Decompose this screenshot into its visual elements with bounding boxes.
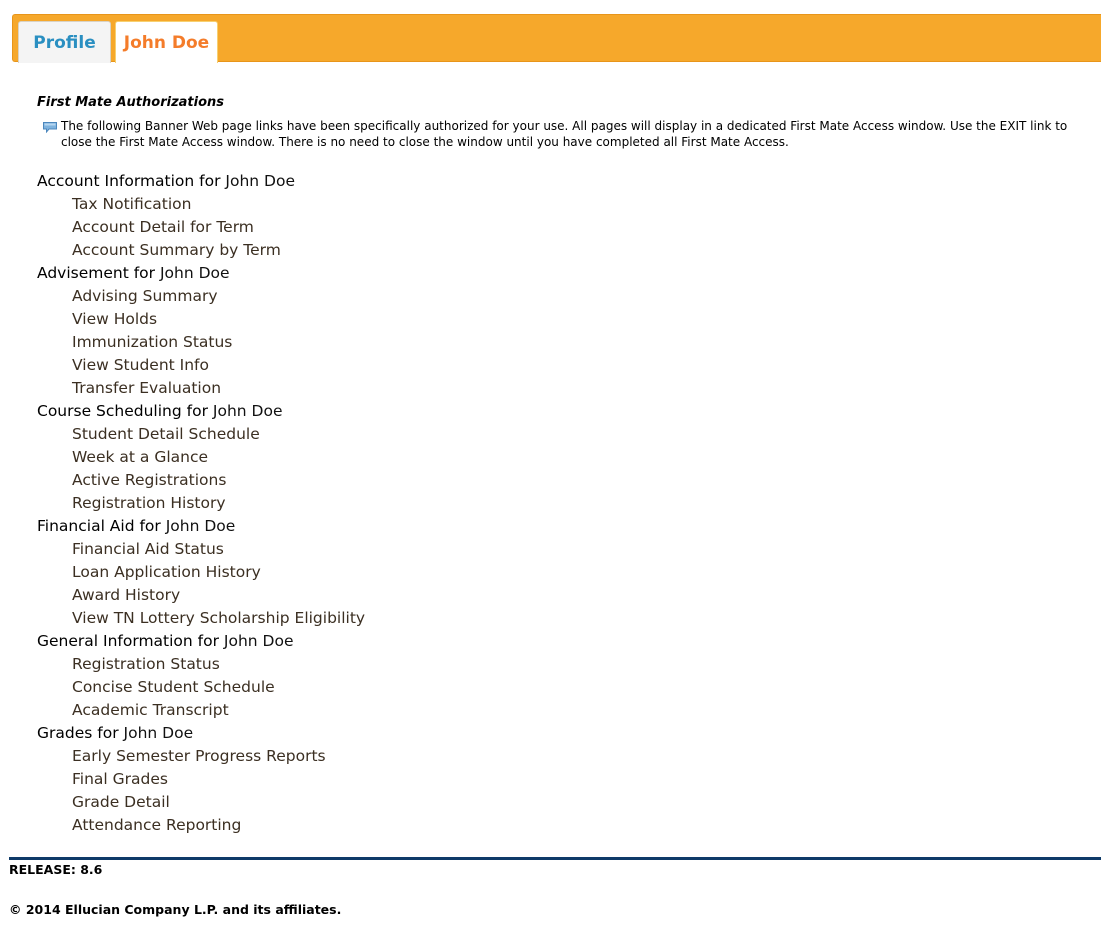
menu-link[interactable]: Concise Student Schedule <box>37 676 365 699</box>
menu-link[interactable]: Attendance Reporting <box>37 814 365 837</box>
menu-link[interactable]: Transfer Evaluation <box>37 377 365 400</box>
menu-link[interactable]: Immunization Status <box>37 331 365 354</box>
section-student-name: John Doe <box>212 402 283 420</box>
menu-link[interactable]: Academic Transcript <box>37 699 365 722</box>
authorization-menu: Account Information for John Doe Tax Noti… <box>37 170 365 837</box>
comment-bubble-icon <box>43 118 57 134</box>
section-heading: Course Scheduling for John Doe <box>37 400 365 423</box>
section-category: Advisement for <box>37 264 156 282</box>
section-student-name: John Doe <box>159 264 230 282</box>
section-heading: Advisement for John Doe <box>37 262 365 285</box>
tab-john-doe[interactable]: John Doe <box>115 21 218 63</box>
section-category: Grades for <box>37 724 119 742</box>
page-title: First Mate Authorizations <box>37 95 225 110</box>
menu-link[interactable]: Grade Detail <box>37 791 365 814</box>
menu-link[interactable]: View TN Lottery Scholarship Eligibility <box>37 607 365 630</box>
section-student-name: John Doe <box>225 172 296 190</box>
info-text: The following Banner Web page links have… <box>61 119 1068 149</box>
copyright-text: © 2014 Ellucian Company L.P. and its aff… <box>9 902 342 917</box>
section-category: Account Information for <box>37 172 221 190</box>
menu-link[interactable]: Account Summary by Term <box>37 239 365 262</box>
menu-link[interactable]: Week at a Glance <box>37 446 365 469</box>
menu-link[interactable]: Advising Summary <box>37 285 365 308</box>
menu-link[interactable]: Final Grades <box>37 768 365 791</box>
menu-link[interactable]: Registration History <box>37 492 365 515</box>
menu-link[interactable]: Tax Notification <box>37 193 365 216</box>
section-heading: Financial Aid for John Doe <box>37 515 365 538</box>
menu-link[interactable]: View Holds <box>37 308 365 331</box>
release-label: RELEASE: 8.6 <box>9 862 103 877</box>
section-heading: Account Information for John Doe <box>37 170 365 193</box>
menu-link[interactable]: Student Detail Schedule <box>37 423 365 446</box>
menu-link[interactable]: Active Registrations <box>37 469 365 492</box>
section-student-name: John Doe <box>165 517 236 535</box>
section-category: Course Scheduling for <box>37 402 208 420</box>
tab-bar: Profile John Doe <box>12 14 1101 63</box>
section-heading: Grades for John Doe <box>37 722 365 745</box>
menu-link[interactable]: View Student Info <box>37 354 365 377</box>
menu-link[interactable]: Registration Status <box>37 653 365 676</box>
section-student-name: John Doe <box>223 632 294 650</box>
menu-link[interactable]: Award History <box>37 584 365 607</box>
section-category: Financial Aid for <box>37 517 161 535</box>
menu-link[interactable]: Financial Aid Status <box>37 538 365 561</box>
tab-profile[interactable]: Profile <box>18 21 111 63</box>
section-heading: General Information for John Doe <box>37 630 365 653</box>
menu-link[interactable]: Account Detail for Term <box>37 216 365 239</box>
footer-divider <box>9 857 1101 860</box>
menu-link[interactable]: Loan Application History <box>37 561 365 584</box>
menu-link[interactable]: Early Semester Progress Reports <box>37 745 365 768</box>
section-category: General Information for <box>37 632 219 650</box>
section-student-name: John Doe <box>123 724 194 742</box>
